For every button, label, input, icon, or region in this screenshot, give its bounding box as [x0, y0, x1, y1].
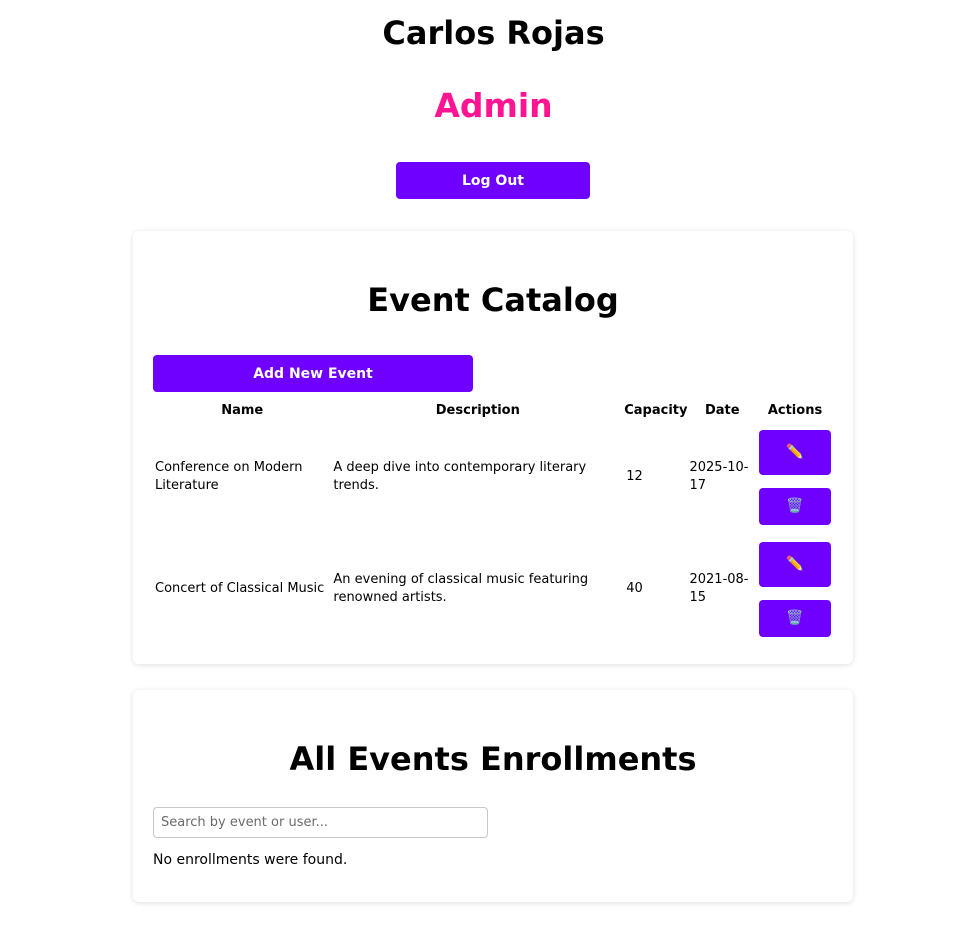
- event-catalog-title: Event Catalog: [367, 281, 619, 319]
- table-header-row: Name Description Capacity Date Actions: [153, 399, 833, 421]
- event-actions: ✏️ 🗑️: [757, 533, 833, 645]
- event-date: 2025-10-17: [689, 460, 749, 493]
- enrollments-title: All Events Enrollments: [289, 740, 697, 778]
- trash-icon: 🗑️: [786, 498, 804, 514]
- enrollment-search-input[interactable]: [153, 807, 488, 838]
- event-description: A deep dive into contemporary literary t…: [333, 460, 587, 493]
- add-event-button[interactable]: Add New Event: [153, 355, 473, 392]
- pencil-icon: ✏️: [786, 444, 804, 460]
- edit-event-button[interactable]: ✏️: [759, 429, 832, 475]
- column-header-description: Description: [435, 402, 520, 418]
- event-actions: ✏️ 🗑️: [757, 421, 833, 533]
- event-catalog-card: Event Catalog Add New Event Name Descrip…: [133, 231, 853, 664]
- column-header-actions: Actions: [767, 402, 823, 418]
- event-date: 2021-08-15: [689, 572, 749, 605]
- event-description: An evening of classical music featuring …: [333, 572, 589, 605]
- column-header-name: Name: [221, 402, 264, 418]
- table-row: Concert of Classical Music An evening of…: [153, 533, 833, 645]
- events-table: Name Description Capacity Date Actions C…: [153, 399, 833, 645]
- event-capacity: 12: [626, 469, 643, 484]
- user-name: Carlos Rojas: [382, 14, 605, 52]
- event-capacity: 40: [626, 581, 643, 596]
- pencil-icon: ✏️: [786, 556, 804, 572]
- enrollments-card: All Events Enrollments No enrollments we…: [133, 690, 853, 902]
- column-header-date: Date: [704, 402, 740, 418]
- column-header-capacity: Capacity: [624, 402, 688, 418]
- user-role: Admin: [434, 86, 553, 125]
- event-name: Concert of Classical Music: [155, 581, 325, 596]
- edit-event-button[interactable]: ✏️: [759, 541, 832, 587]
- event-name: Conference on Modern Literature: [155, 460, 303, 493]
- empty-enrollments-message: No enrollments were found.: [153, 852, 348, 868]
- table-row: Conference on Modern Literature A deep d…: [153, 421, 833, 533]
- logout-button[interactable]: Log Out: [396, 162, 590, 199]
- delete-event-button[interactable]: 🗑️: [759, 599, 832, 637]
- trash-icon: 🗑️: [786, 610, 804, 626]
- delete-event-button[interactable]: 🗑️: [759, 487, 832, 525]
